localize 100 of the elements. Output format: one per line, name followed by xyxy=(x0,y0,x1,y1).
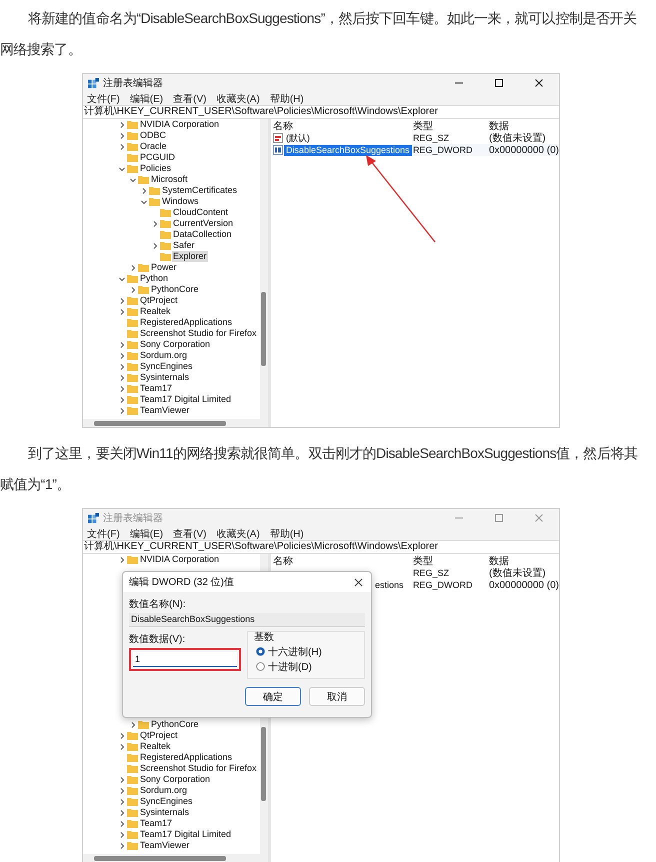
folder-icon xyxy=(127,797,138,806)
tree-item[interactable]: Sony Corporation xyxy=(139,339,212,350)
tree-item[interactable]: RegisteredApplications xyxy=(139,317,234,328)
tree-item[interactable]: SyncEngines xyxy=(139,796,194,807)
menu-item[interactable]: 编辑(E) xyxy=(130,526,164,540)
tree-item[interactable]: Windows xyxy=(161,196,200,207)
tree-item[interactable]: Realtek xyxy=(139,741,172,752)
menu-item[interactable]: 帮助(H) xyxy=(270,92,304,106)
menu-item[interactable]: 编辑(E) xyxy=(130,92,164,106)
tree-item[interactable]: Oracle xyxy=(139,141,168,152)
folder-icon xyxy=(127,131,138,140)
scrollbar-thumb[interactable] xyxy=(94,856,226,861)
radio-button[interactable] xyxy=(256,662,265,671)
tree-item[interactable]: CurrentVersion xyxy=(172,218,234,229)
tree-item[interactable]: Policies xyxy=(139,163,172,174)
tree-item[interactable]: Sysinternals xyxy=(139,372,190,383)
tree-item[interactable]: PythonCore xyxy=(150,719,200,730)
tree-item[interactable]: PythonCore xyxy=(150,284,200,295)
folder-icon xyxy=(127,830,138,839)
value-name-field[interactable]: DisableSearchBoxSuggestions xyxy=(129,613,365,627)
scrollbar-thumb[interactable] xyxy=(94,421,226,426)
address-bar[interactable]: 计算机\HKEY_CURRENT_USER\Software\Policies\Microsoft\Windows\Explorer xyxy=(83,105,559,119)
tree-item[interactable]: Realtek xyxy=(139,306,172,317)
menu-item[interactable]: 文件(F) xyxy=(87,92,120,106)
paragraph: 到了这里，要关闭Win11的网络搜索就很简单。双击刚才的DisableSearchBoxSuggestions值，然后将其赋值为“1”。 xyxy=(0,444,638,494)
close-icon xyxy=(534,513,544,523)
tree-item[interactable]: Team17 Digital Limited xyxy=(139,394,232,405)
tree-item[interactable]: Explorer xyxy=(172,251,208,262)
menu-item[interactable]: 收藏夹(A) xyxy=(216,526,260,540)
tree-item[interactable]: Sordum.org xyxy=(139,350,188,361)
tree-item[interactable]: ODBC xyxy=(139,130,168,141)
field-label: 数值名称(N): xyxy=(129,599,187,611)
folder-icon xyxy=(160,219,171,228)
folder-icon xyxy=(160,252,171,261)
tree-item[interactable]: Python xyxy=(139,273,170,284)
field-label: 数值数据(V): xyxy=(129,634,186,646)
tree-item[interactable]: QtProject xyxy=(139,295,179,306)
tree-item[interactable]: Sysinternals xyxy=(139,807,190,818)
scrollbar-thumb[interactable] xyxy=(260,292,266,366)
column-header[interactable]: 类型 xyxy=(412,119,489,133)
tree-item[interactable]: Team17 Digital Limited xyxy=(139,829,232,840)
tree-item[interactable]: Screenshot Studio for Firefox xyxy=(139,763,258,774)
folder-icon xyxy=(127,142,138,151)
maximize-icon xyxy=(494,513,504,523)
tree-item[interactable]: SystemCertificates xyxy=(161,185,238,196)
menu-item[interactable]: 查看(V) xyxy=(173,92,206,106)
tree-item[interactable]: Microsoft xyxy=(150,174,189,185)
folder-icon xyxy=(127,384,138,393)
menu-item[interactable]: 收藏夹(A) xyxy=(216,92,260,106)
address-bar[interactable]: 计算机\HKEY_CURRENT_USER\Software\Policies\Microsoft\Windows\Explorer xyxy=(83,540,559,554)
folder-icon xyxy=(138,720,149,729)
tree-item[interactable]: Screenshot Studio for Firefox xyxy=(139,328,258,339)
tree-item[interactable]: Power xyxy=(150,262,178,273)
folder-icon xyxy=(127,841,138,850)
radio-button[interactable] xyxy=(256,647,265,656)
tree-item[interactable]: Safer xyxy=(172,240,196,251)
tree-item[interactable]: PCGUID xyxy=(139,152,176,163)
close-icon xyxy=(354,578,362,586)
column-header[interactable]: 名称 xyxy=(272,119,413,133)
tree-item[interactable]: TeamViewer xyxy=(139,840,190,851)
menu-item[interactable]: 帮助(H) xyxy=(270,526,304,540)
tree-item[interactable]: Team17 xyxy=(139,383,174,394)
tree-item[interactable]: QtProject xyxy=(139,730,179,741)
folder-icon xyxy=(127,819,138,828)
tree-item[interactable]: TeamViewer xyxy=(139,405,190,416)
column-header[interactable]: 名称 xyxy=(272,554,413,568)
folder-icon xyxy=(138,285,149,294)
tree-item[interactable]: CloudContent xyxy=(172,207,230,218)
folder-icon xyxy=(160,208,171,217)
value-name[interactable]: (默认) xyxy=(284,132,312,144)
tree-item[interactable]: Team17 xyxy=(139,818,174,829)
value-data: (数值未设置) xyxy=(488,132,547,145)
folder-icon xyxy=(127,318,138,327)
tree-item[interactable]: SyncEngines xyxy=(139,361,194,372)
value-type: REG_SZ xyxy=(412,568,450,578)
tree-item[interactable]: RegisteredApplications xyxy=(139,752,234,763)
folder-icon xyxy=(127,786,138,795)
folder-icon xyxy=(127,742,138,751)
folder-icon xyxy=(127,395,138,404)
window-title: 注册表编辑器 xyxy=(103,512,163,525)
column-header[interactable]: 数据 xyxy=(488,554,559,568)
menu-item[interactable]: 文件(F) xyxy=(87,526,120,540)
value-data-field[interactable]: 1 xyxy=(133,652,237,667)
scrollbar-thumb[interactable] xyxy=(260,727,266,801)
column-header[interactable]: 类型 xyxy=(412,554,489,568)
value-name[interactable]: DisableSearchBoxSuggestions xyxy=(284,144,412,156)
dialog-button[interactable]: 确定 xyxy=(245,687,301,706)
tree-item[interactable]: DataCollection xyxy=(172,229,233,240)
menu-item[interactable]: 查看(V) xyxy=(173,526,206,540)
value-name[interactable]: estions xyxy=(372,580,406,590)
dialog-button[interactable]: 取消 xyxy=(309,687,365,706)
tree-item[interactable]: NVIDIA Corporation xyxy=(139,554,220,565)
value-data: 0x00000000 (0) xyxy=(488,144,559,156)
value-type: REG_DWORD xyxy=(412,145,474,155)
value-data: (数值未设置) xyxy=(488,566,547,580)
folder-icon xyxy=(127,164,138,173)
tree-item[interactable]: Sony Corporation xyxy=(139,774,212,785)
tree-item[interactable]: Sordum.org xyxy=(139,785,188,796)
tree-item[interactable]: NVIDIA Corporation xyxy=(139,119,220,130)
column-header[interactable]: 数据 xyxy=(488,119,559,133)
